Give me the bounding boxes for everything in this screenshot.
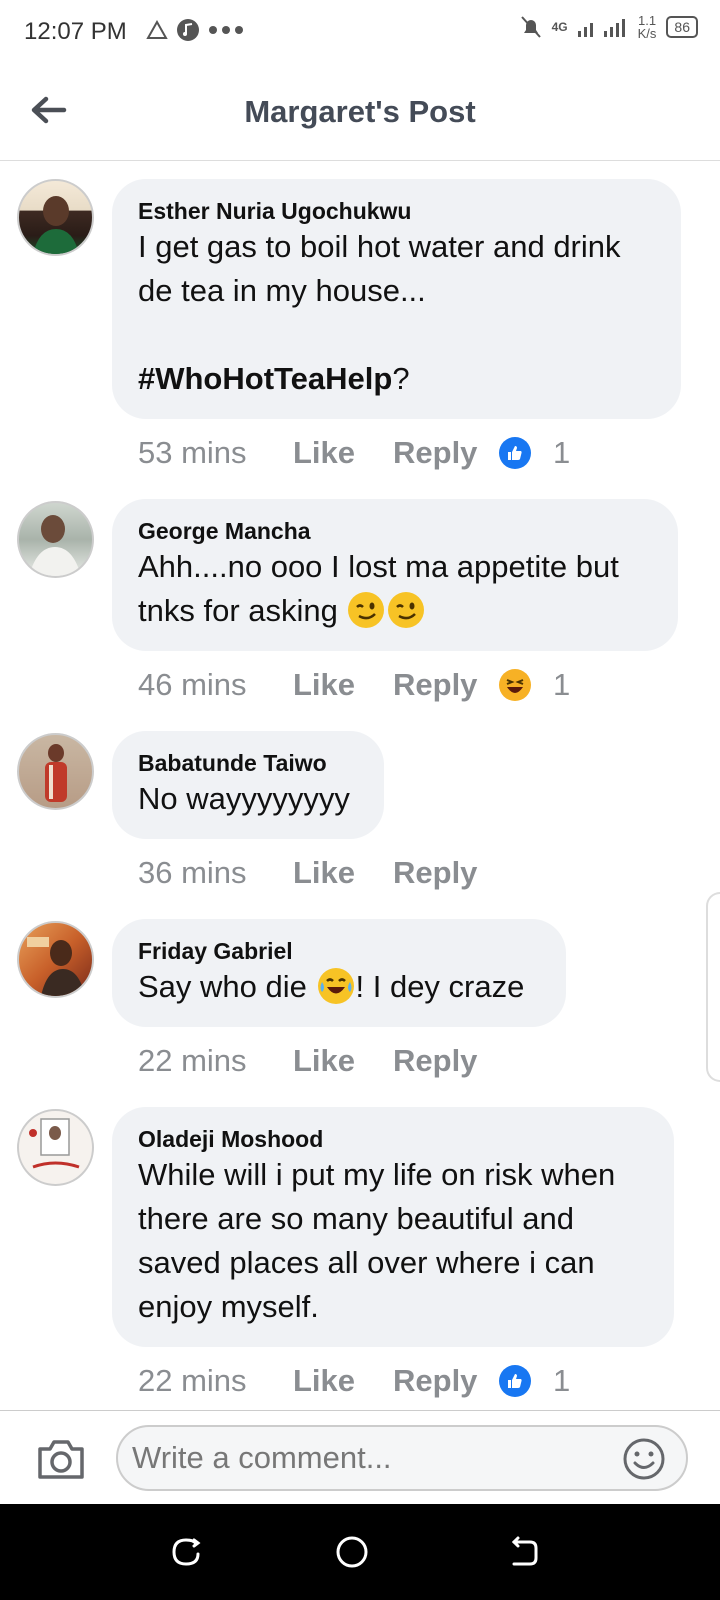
avatar-portrait-icon (29, 1118, 80, 1169)
avatar-portrait-icon (45, 744, 67, 802)
comment-author[interactable]: Oladeji Moshood (138, 1125, 648, 1153)
comment-text: Ahh....no ooo I lost ma appetite but tnk… (138, 549, 628, 628)
status-bar: 12:07 PM 4G 1.1 K/s 86 (0, 0, 720, 64)
comment-actions: 46 mins Like Reply 1 (138, 667, 570, 703)
comment-bubble[interactable]: George Mancha Ahh....no ooo I lost ma ap… (112, 499, 678, 651)
page-title: Margaret's Post (244, 94, 476, 129)
recent-apps-icon[interactable] (168, 1534, 204, 1570)
comment-timestamp[interactable]: 22 mins (138, 1363, 293, 1399)
comment-text: No wayyyyyyyy (138, 781, 350, 816)
avatar-portrait-icon (27, 937, 85, 996)
like-button[interactable]: Like (293, 1043, 393, 1079)
avatar[interactable] (17, 733, 94, 810)
mute-bell-icon (520, 16, 541, 38)
comment-actions: 22 mins Like Reply (138, 1043, 499, 1079)
comment-author[interactable]: Babatunde Taiwo (138, 749, 358, 777)
reply-button[interactable]: Reply (393, 1043, 499, 1079)
comment-author[interactable]: Esther Nuria Ugochukwu (138, 197, 655, 225)
status-time: 12:07 PM (24, 18, 127, 45)
tears-of-joy-icon (317, 967, 354, 1004)
thumbs-up-icon (508, 446, 522, 460)
network-label: 4G (551, 20, 568, 34)
comment-bubble[interactable]: Babatunde Taiwo No wayyyyyyyy (112, 731, 384, 839)
comment-text: Say who die ! I dey craze (138, 967, 525, 1004)
reply-button[interactable]: Reply (393, 855, 499, 891)
laughing-face-icon (506, 679, 524, 693)
status-system-icons: 4G 1.1 K/s 86 (520, 14, 698, 40)
winking-face-icon (348, 591, 385, 628)
edge-panel-handle[interactable] (706, 892, 720, 1082)
like-button[interactable]: Like (293, 855, 393, 891)
system-nav-bar (0, 1504, 720, 1600)
like-button[interactable]: Like (293, 435, 393, 471)
comment-actions: 53 mins Like Reply 1 (138, 435, 570, 471)
haha-reaction-icon[interactable] (499, 669, 531, 701)
signal-icon (577, 19, 625, 37)
hashtag-link[interactable]: #WhoHotTeaHelp (138, 361, 392, 396)
emoji-icon[interactable] (622, 1437, 666, 1481)
home-icon[interactable] (334, 1534, 370, 1570)
avatar[interactable] (17, 179, 94, 256)
like-button[interactable]: Like (293, 1363, 393, 1399)
comment-bubble[interactable]: Friday Gabriel Say who die ! I dey craze (112, 919, 566, 1027)
like-reaction-icon[interactable] (499, 437, 531, 469)
comment-text: I get gas to boil hot water and drink de… (138, 229, 621, 396)
status-notification-icons (146, 18, 244, 42)
reaction-count[interactable]: 1 (553, 435, 570, 471)
comment-actions: 22 mins Like Reply 1 (138, 1363, 570, 1399)
reply-button[interactable]: Reply (393, 1363, 499, 1399)
comment-composer: Write a comment... (0, 1410, 720, 1505)
back-icon[interactable] (506, 1534, 542, 1570)
comment-actions: 36 mins Like Reply (138, 855, 499, 891)
comment-input-placeholder: Write a comment... (132, 1440, 392, 1475)
comment-bubble[interactable]: Esther Nuria Ugochukwu I get gas to boil… (112, 179, 681, 419)
comment-timestamp[interactable]: 53 mins (138, 435, 293, 471)
reply-button[interactable]: Reply (393, 667, 499, 703)
battery-indicator: 86 (666, 16, 698, 38)
like-button[interactable]: Like (293, 667, 393, 703)
comment-timestamp[interactable]: 46 mins (138, 667, 293, 703)
comment-input[interactable]: Write a comment... (116, 1425, 688, 1491)
comment-text: While will i put my life on risk when th… (138, 1157, 624, 1324)
winking-face-icon (388, 591, 425, 628)
reaction-count[interactable]: 1 (553, 1363, 570, 1399)
reaction-count[interactable]: 1 (553, 667, 570, 703)
avatar-portrait-icon (29, 515, 81, 576)
thumbs-up-icon (508, 1374, 522, 1388)
more-dots-icon (209, 26, 243, 34)
avatar[interactable] (17, 501, 94, 578)
post-header: Margaret's Post (0, 64, 720, 161)
music-icon (177, 19, 199, 41)
comment-bubble[interactable]: Oladeji Moshood While will i put my life… (112, 1107, 674, 1347)
reply-button[interactable]: Reply (393, 435, 499, 471)
avatar-portrait-icon (33, 196, 79, 254)
avatar[interactable] (17, 1109, 94, 1186)
speed-indicator: 1.1 K/s (637, 13, 657, 41)
comments-feed[interactable]: Esther Nuria Ugochukwu I get gas to boil… (0, 161, 720, 1410)
comment-timestamp[interactable]: 36 mins (138, 855, 293, 891)
comment-timestamp[interactable]: 22 mins (138, 1043, 293, 1079)
avatar[interactable] (17, 921, 94, 998)
comment-author[interactable]: Friday Gabriel (138, 937, 540, 965)
warning-icon (146, 20, 168, 39)
camera-icon[interactable] (36, 1437, 86, 1481)
like-reaction-icon[interactable] (499, 1365, 531, 1397)
comment-author[interactable]: George Mancha (138, 517, 652, 545)
